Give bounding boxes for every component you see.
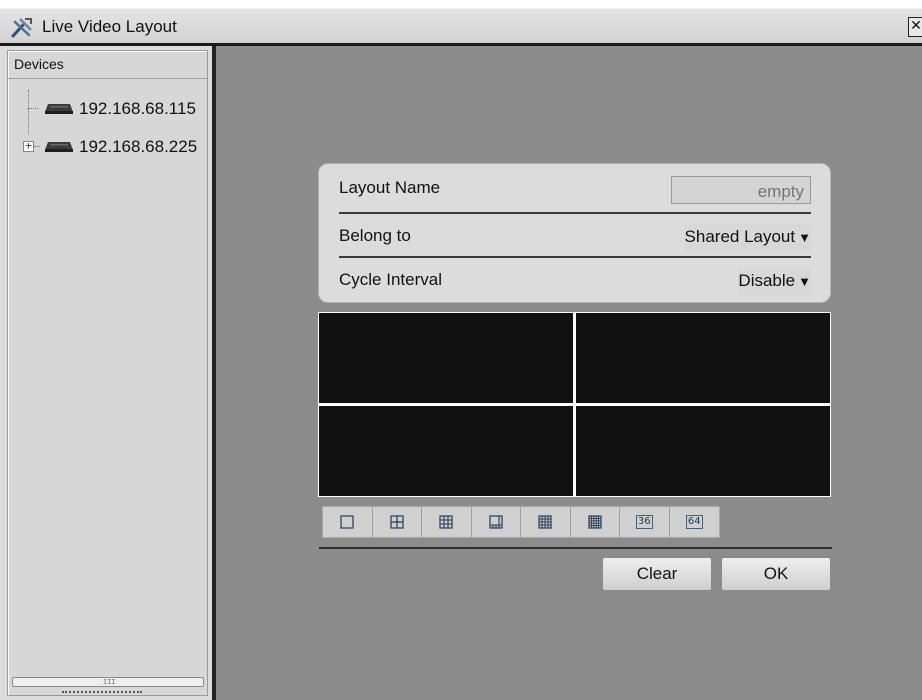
cycle-interval-select[interactable]: Disable ▼ (738, 268, 811, 296)
dvr-device-icon (45, 104, 73, 114)
belong-to-label: Belong to (339, 226, 411, 245)
layout-9-icon (439, 515, 453, 529)
layout-64-button[interactable]: 64 (670, 507, 719, 537)
close-button[interactable]: ✕ (908, 17, 922, 37)
video-cell[interactable] (576, 313, 830, 403)
layout-9-button[interactable] (422, 507, 472, 537)
ok-button[interactable]: OK (721, 557, 831, 591)
device-label: 192.168.68.115 (79, 99, 196, 118)
cycle-interval-value: Disable (738, 271, 796, 290)
belong-to-value: Shared Layout (684, 227, 796, 246)
video-cell[interactable] (319, 406, 573, 496)
layout-36-icon: 36 (635, 515, 653, 529)
layout-settings-card: Layout Name Belong to Shared Layout▼ Cyc… (318, 163, 831, 303)
horizontal-scrollbar[interactable]: III (12, 677, 204, 687)
title-bar: Live Video Layout ✕ (0, 8, 922, 46)
layout-16-icon (538, 515, 552, 529)
layout-64-icon: 64 (685, 515, 703, 529)
device-tree-item[interactable]: 192.168.68.115 (8, 95, 207, 123)
layout-split-toolbar: 36 64 (322, 506, 720, 538)
layout-4-button[interactable] (373, 507, 422, 537)
video-cell[interactable] (576, 406, 830, 496)
tools-icon (11, 18, 32, 38)
layout-8-button[interactable] (472, 507, 521, 537)
layout-25-button[interactable] (571, 507, 620, 537)
devices-sidebar: Devices 192.168.68.115 + 192.168.68.225 … (0, 46, 216, 700)
layout-1-button[interactable] (323, 507, 373, 537)
dvr-device-icon (45, 142, 73, 152)
scroll-grip: III (103, 678, 116, 686)
tree-branch (34, 146, 40, 147)
layout-name-input[interactable] (671, 176, 811, 204)
live-video-layout-window: Live Video Layout ✕ Devices 192.168.68.1… (0, 8, 922, 700)
video-preview-grid (318, 312, 831, 497)
layout-1-icon (340, 515, 354, 529)
video-cell[interactable] (319, 313, 573, 403)
layout-25-icon (588, 515, 602, 529)
window-title: Live Video Layout (42, 17, 177, 36)
dropdown-caret-icon: ▼ (798, 230, 811, 245)
expand-icon[interactable]: + (23, 140, 34, 152)
devices-panel: Devices 192.168.68.115 + 192.168.68.225 (7, 50, 208, 696)
tree-branch (28, 108, 38, 109)
layout-name-label: Layout Name (339, 178, 441, 197)
devices-header: Devices (8, 51, 207, 79)
belong-to-row: Belong to Shared Layout ▼ (339, 214, 811, 258)
layout-36-button[interactable]: 36 (620, 507, 670, 537)
layout-name-row: Layout Name (339, 166, 811, 210)
device-label: 192.168.68.225 (79, 137, 198, 156)
device-tree-item[interactable]: + 192.168.68.225 (8, 133, 207, 161)
layout-4-icon (390, 515, 404, 529)
dropdown-caret-icon: ▼ (798, 274, 811, 289)
layout-16-button[interactable] (521, 507, 571, 537)
toolbar-divider (319, 547, 832, 549)
cycle-interval-row: Cycle Interval Disable ▼ (339, 258, 811, 302)
clear-button[interactable]: Clear (602, 557, 712, 591)
cycle-interval-label: Cycle Interval (339, 270, 442, 289)
resize-grip[interactable] (62, 691, 142, 694)
belong-to-select[interactable]: Shared Layout ▼ (684, 224, 811, 252)
layout-8-icon (489, 515, 503, 529)
